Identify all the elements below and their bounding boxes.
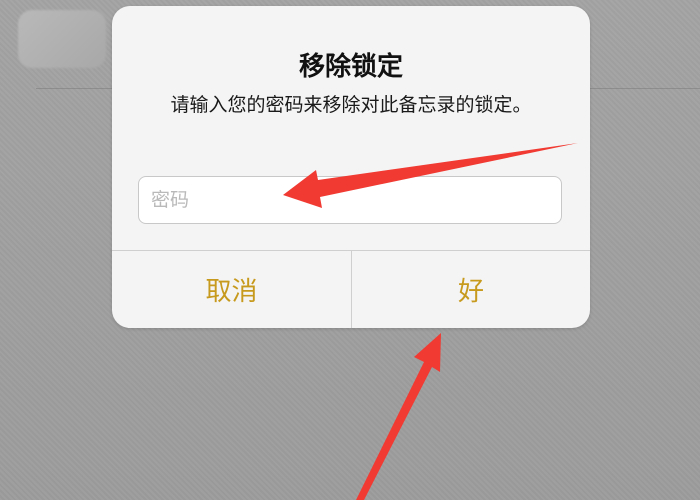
annotation-arrows	[283, 143, 578, 500]
arrow-to-password-icon	[283, 143, 578, 208]
arrow-to-ok-icon	[356, 333, 441, 500]
